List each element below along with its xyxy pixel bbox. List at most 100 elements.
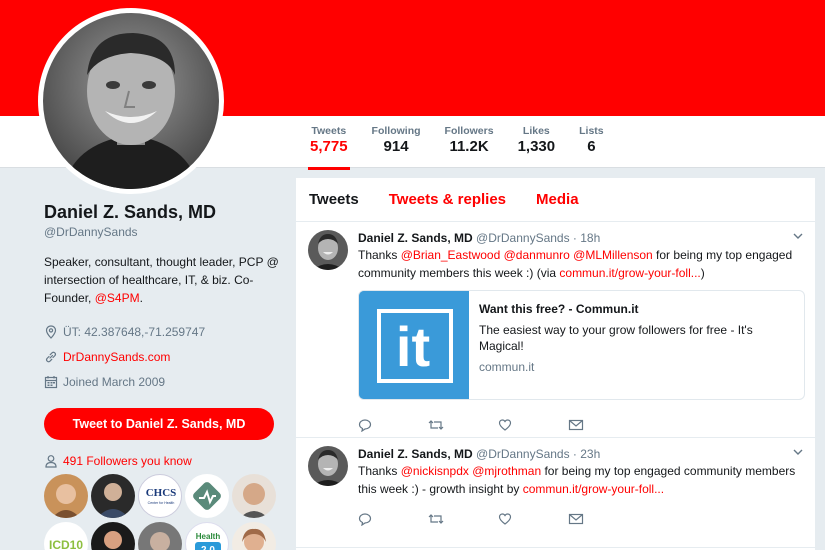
tweet[interactable]: Daniel Z. Sands, MD @DrDannySands · 18h … — [296, 222, 815, 438]
direct-message-button[interactable] — [568, 511, 638, 527]
retweet-icon — [428, 420, 444, 430]
follower-avatar[interactable] — [232, 474, 276, 518]
tweet-text-part: Thanks — [358, 248, 401, 262]
card-image: it — [359, 291, 469, 399]
tweet-to-button[interactable]: Tweet to Daniel Z. Sands, MD — [44, 408, 274, 440]
heart-icon — [498, 513, 512, 525]
bio-text: Speaker, consultant, thought leader, PCP… — [44, 255, 279, 305]
follower-avatar[interactable] — [185, 474, 229, 518]
tweet-actions — [358, 410, 803, 440]
mention-link[interactable]: @MLMillenson — [573, 248, 653, 262]
card-domain: commun.it — [479, 360, 535, 374]
retweet-button[interactable] — [428, 417, 498, 433]
stat-following[interactable]: Following 914 — [360, 124, 433, 162]
stat-label: Following — [371, 125, 421, 137]
link-card[interactable]: it Want this free? - Commun.it The easie… — [358, 290, 805, 400]
tweet-meta[interactable]: @DrDannySands · 23h — [476, 447, 600, 461]
tweet-header: Daniel Z. Sands, MD @DrDannySands · 23h — [358, 446, 803, 462]
tweet[interactable]: Daniel Z. Sands, MD @DrDannySands · 23h … — [296, 438, 815, 548]
followers-you-know-grid: CHCS Center for Health ICD10 Health 2.0 — [44, 474, 284, 550]
profile-stats: Tweets 5,775 Following 914 Followers 11.… — [298, 124, 616, 170]
mention-link[interactable]: @nickisnpdx — [401, 464, 469, 478]
tab-tweets[interactable]: Tweets — [309, 191, 359, 208]
follower-avatar[interactable] — [91, 474, 135, 518]
follower-avatar-health20[interactable]: Health 2.0 — [185, 522, 229, 550]
stat-tweets[interactable]: Tweets 5,775 — [298, 124, 360, 170]
like-button[interactable] — [498, 417, 568, 433]
stat-value: 11.2K — [449, 138, 489, 155]
location-pin-icon — [44, 324, 58, 339]
reply-button[interactable] — [358, 511, 428, 527]
reply-button[interactable] — [358, 417, 428, 433]
joined-text: Joined March 2009 — [63, 374, 166, 389]
follower-avatar[interactable] — [138, 522, 182, 550]
profile-name[interactable]: Daniel Z. Sands, MD — [44, 200, 284, 224]
link-icon — [44, 350, 58, 364]
tweet-meta[interactable]: @DrDannySands · 18h — [476, 231, 600, 245]
card-description: The easiest way to your grow followers f… — [479, 323, 753, 353]
reply-icon — [358, 419, 372, 432]
heart-icon — [498, 419, 512, 431]
timeline: Tweets Tweets & replies Media Daniel Z. … — [296, 178, 815, 550]
profile-website[interactable]: DrDannySands.com — [44, 344, 284, 369]
tweet-text: Thanks @Brian_Eastwood @danmunro @MLMill… — [358, 246, 803, 282]
tweet-header: Daniel Z. Sands, MD @DrDannySands · 18h — [358, 230, 803, 246]
mention-link[interactable]: @Brian_Eastwood — [401, 248, 501, 262]
stat-value: 914 — [383, 138, 409, 155]
retweet-button[interactable] — [428, 511, 498, 527]
bio-mention-link[interactable]: @S4PM — [95, 291, 140, 305]
avatar — [43, 13, 219, 189]
timeline-tabs: Tweets Tweets & replies Media — [296, 178, 815, 222]
calendar-icon — [44, 375, 58, 389]
follower-avatar-chcs[interactable]: CHCS Center for Health — [138, 474, 182, 518]
tweet-url-link[interactable]: commun.it/grow-your-foll... — [559, 266, 700, 280]
stat-value: 1,330 — [517, 138, 556, 155]
tweet-text-part: ) — [700, 266, 705, 280]
tab-tweets-replies[interactable]: Tweets & replies — [389, 191, 506, 208]
like-button[interactable] — [498, 511, 568, 527]
retweet-icon — [428, 514, 444, 524]
tab-media[interactable]: Media — [536, 191, 579, 208]
tweet-author-name[interactable]: Daniel Z. Sands, MD — [358, 231, 473, 245]
svg-text:2.0: 2.0 — [201, 545, 215, 550]
profile-sidebar: Daniel Z. Sands, MD @DrDannySands Speake… — [44, 200, 284, 550]
stat-likes[interactable]: Likes 1,330 — [506, 124, 568, 162]
follower-avatar-icd10[interactable]: ICD10 — [44, 522, 88, 550]
stat-lists[interactable]: Lists 6 — [567, 124, 616, 162]
card-body: Want this free? - Commun.it The easiest … — [469, 291, 804, 399]
svg-text:Center for Health: Center for Health — [148, 501, 175, 505]
mention-link[interactable]: @danmunro — [504, 248, 570, 262]
profile-bio: Speaker, consultant, thought leader, PCP… — [44, 253, 280, 307]
tweet-author-name[interactable]: Daniel Z. Sands, MD — [358, 447, 473, 461]
reply-icon — [358, 513, 372, 526]
tweet-actions — [358, 504, 803, 534]
tweet-url-link[interactable]: commun.it/grow-your-foll... — [523, 482, 664, 496]
website-link[interactable]: DrDannySands.com — [63, 350, 170, 364]
stat-value: 5,775 — [310, 138, 348, 155]
tweet-avatar[interactable] — [308, 446, 348, 486]
person-icon — [44, 454, 58, 468]
chevron-down-icon[interactable] — [793, 231, 803, 241]
card-logo-text: it — [396, 315, 430, 378]
bio-end: . — [139, 291, 143, 305]
followers-you-know[interactable]: 491 Followers you know — [44, 454, 284, 468]
stat-label: Lists — [579, 125, 604, 137]
profile-handle[interactable]: @DrDannySands — [44, 225, 284, 239]
envelope-icon — [568, 513, 584, 525]
follower-avatar[interactable] — [91, 522, 135, 550]
follower-avatar[interactable] — [44, 474, 88, 518]
envelope-icon — [568, 419, 584, 431]
stat-label: Tweets — [311, 125, 347, 137]
card-title: Want this free? - Commun.it — [479, 302, 639, 316]
followers-you-know-link[interactable]: 491 Followers you know — [63, 454, 192, 468]
profile-avatar[interactable] — [38, 8, 224, 194]
chcs-logo-text: CHCS — [146, 487, 177, 499]
profile-location: ÜT: 42.387648,-71.259747 — [44, 319, 284, 344]
chevron-down-icon[interactable] — [793, 447, 803, 457]
stat-followers[interactable]: Followers 11.2K — [433, 124, 506, 162]
tweet-text: Thanks @nickisnpdx @mjrothman for being … — [358, 462, 803, 498]
follower-avatar[interactable] — [232, 522, 276, 550]
mention-link[interactable]: @mjrothman — [472, 464, 541, 478]
direct-message-button[interactable] — [568, 417, 638, 433]
tweet-avatar[interactable] — [308, 230, 348, 270]
